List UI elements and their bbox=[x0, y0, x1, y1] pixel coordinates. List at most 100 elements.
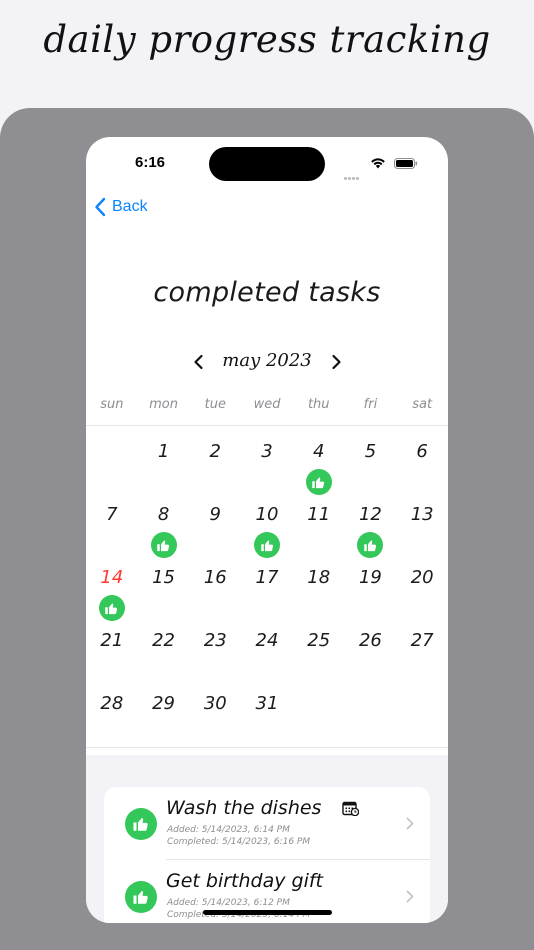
day-number: 9 bbox=[209, 504, 221, 525]
battery-icon bbox=[394, 158, 418, 169]
day-number: 21 bbox=[100, 630, 124, 651]
calendar-day[interactable]: 19 bbox=[344, 563, 396, 625]
thumbs-up-icon bbox=[357, 532, 384, 558]
task-title: Wash the dishes bbox=[166, 797, 322, 819]
task-added-date: Added: 5/14/2023, 6:14 PM bbox=[167, 825, 290, 835]
status-time: 6:16 bbox=[135, 154, 166, 171]
phone-screen: 6:16 Back completed tasks may 2023 sun m… bbox=[86, 137, 448, 923]
day-number: 6 bbox=[416, 441, 428, 462]
calendar-day[interactable]: 7 bbox=[86, 500, 138, 562]
day-number: 24 bbox=[255, 630, 279, 651]
day-number: 29 bbox=[152, 693, 176, 714]
task-row[interactable]: Wash the dishes Added: 5/14/2023, 6:14 P… bbox=[104, 787, 430, 859]
calendar-day[interactable]: 6 bbox=[396, 437, 448, 499]
thumbs-up-icon bbox=[150, 532, 177, 558]
calendar-day[interactable]: 4 bbox=[293, 437, 345, 499]
day-number: 15 bbox=[152, 567, 176, 588]
day-number: 3 bbox=[261, 441, 273, 462]
divider bbox=[86, 425, 448, 426]
thumbs-up-icon bbox=[98, 595, 125, 621]
day-number: 1 bbox=[157, 441, 170, 462]
day-number: 11 bbox=[307, 504, 331, 525]
calendar-day[interactable]: 1 bbox=[138, 437, 190, 499]
day-number: 5 bbox=[364, 441, 377, 462]
calendar-day[interactable]: 21 bbox=[86, 626, 138, 688]
chevron-right-icon bbox=[331, 354, 341, 370]
home-indicator bbox=[203, 910, 332, 915]
chevron-right-icon bbox=[406, 890, 414, 903]
day-number: 8 bbox=[157, 504, 170, 525]
day-number: 28 bbox=[100, 693, 124, 714]
calendar-day[interactable]: 25 bbox=[293, 626, 345, 688]
calendar-day[interactable]: 30 bbox=[189, 689, 241, 751]
calendar-day[interactable]: 17 bbox=[241, 563, 293, 625]
weekday-label: tue bbox=[204, 397, 226, 412]
promo-headline: daily progress tracking bbox=[43, 18, 491, 61]
status-bar: 6:16 bbox=[86, 137, 448, 187]
weekday-label: sat bbox=[412, 397, 433, 412]
calendar-day[interactable]: 9 bbox=[189, 500, 241, 562]
day-number: 17 bbox=[255, 567, 279, 588]
calendar-day[interactable]: 5 bbox=[344, 437, 396, 499]
calendar-day[interactable]: 18 bbox=[293, 563, 345, 625]
day-number: 22 bbox=[152, 630, 176, 651]
calendar-day[interactable]: 3 bbox=[241, 437, 293, 499]
day-number: 20 bbox=[410, 567, 434, 588]
divider bbox=[86, 747, 448, 748]
dynamic-island bbox=[209, 147, 325, 181]
cellular-signal-icon bbox=[344, 165, 364, 180]
calendar-day[interactable]: 11 bbox=[293, 500, 345, 562]
thumbs-up-icon bbox=[125, 881, 157, 913]
day-number: 23 bbox=[203, 630, 227, 651]
calendar-day[interactable]: 8 bbox=[138, 500, 190, 562]
previous-month-button[interactable] bbox=[188, 351, 208, 373]
calendar-day[interactable]: 22 bbox=[138, 626, 190, 688]
day-number: 10 bbox=[255, 504, 279, 525]
calendar-day[interactable]: 13 bbox=[396, 500, 448, 562]
completed-task-section: Wash the dishes Added: 5/14/2023, 6:14 P… bbox=[86, 755, 448, 923]
calendar-day[interactable]: 2 bbox=[189, 437, 241, 499]
day-number: 7 bbox=[106, 504, 118, 525]
month-navigator: may 2023 bbox=[86, 347, 448, 377]
calendar-day[interactable]: 23 bbox=[189, 626, 241, 688]
calendar-day[interactable]: 26 bbox=[344, 626, 396, 688]
calendar-day[interactable]: 28 bbox=[86, 689, 138, 751]
thumbs-up-icon bbox=[305, 469, 332, 495]
page-title: completed tasks bbox=[153, 277, 381, 308]
calendar-day[interactable]: 16 bbox=[189, 563, 241, 625]
wifi-icon bbox=[371, 158, 385, 169]
next-month-button[interactable] bbox=[326, 351, 346, 373]
task-added-date: Added: 5/14/2023, 6:12 PM bbox=[167, 898, 290, 908]
weekday-label: mon bbox=[149, 397, 178, 412]
calendar-day[interactable]: 12 bbox=[344, 500, 396, 562]
weekday-label: wed bbox=[253, 397, 281, 412]
day-number: 31 bbox=[255, 693, 279, 714]
day-number: 13 bbox=[410, 504, 434, 525]
calendar-day[interactable]: 15 bbox=[138, 563, 190, 625]
calendar-day[interactable]: 31 bbox=[241, 689, 293, 751]
day-number: 16 bbox=[203, 567, 227, 588]
day-number: 19 bbox=[358, 567, 382, 588]
back-button[interactable]: Back bbox=[94, 195, 148, 219]
day-number: 18 bbox=[307, 567, 331, 588]
weekday-label: fri bbox=[363, 397, 378, 412]
thumbs-up-icon bbox=[125, 808, 157, 840]
calendar-day[interactable]: 27 bbox=[396, 626, 448, 688]
day-number: 25 bbox=[307, 630, 331, 651]
day-number: 12 bbox=[358, 504, 382, 525]
calendar-day[interactable]: 29 bbox=[138, 689, 190, 751]
day-number: 4 bbox=[312, 441, 325, 462]
chevron-left-icon bbox=[95, 197, 106, 217]
calendar-day[interactable]: 14 bbox=[86, 563, 138, 625]
chevron-left-icon bbox=[193, 354, 203, 370]
back-label: Back bbox=[112, 198, 148, 215]
calendar-day[interactable]: 10 bbox=[241, 500, 293, 562]
task-title: Get birthday gift bbox=[166, 870, 324, 892]
day-number: 14 bbox=[100, 567, 124, 588]
day-number: 30 bbox=[203, 693, 227, 714]
calendar-day[interactable]: 24 bbox=[241, 626, 293, 688]
day-number: 26 bbox=[358, 630, 382, 651]
weekday-label: thu bbox=[307, 397, 330, 412]
day-number: 2 bbox=[209, 441, 221, 462]
calendar-day[interactable]: 20 bbox=[396, 563, 448, 625]
